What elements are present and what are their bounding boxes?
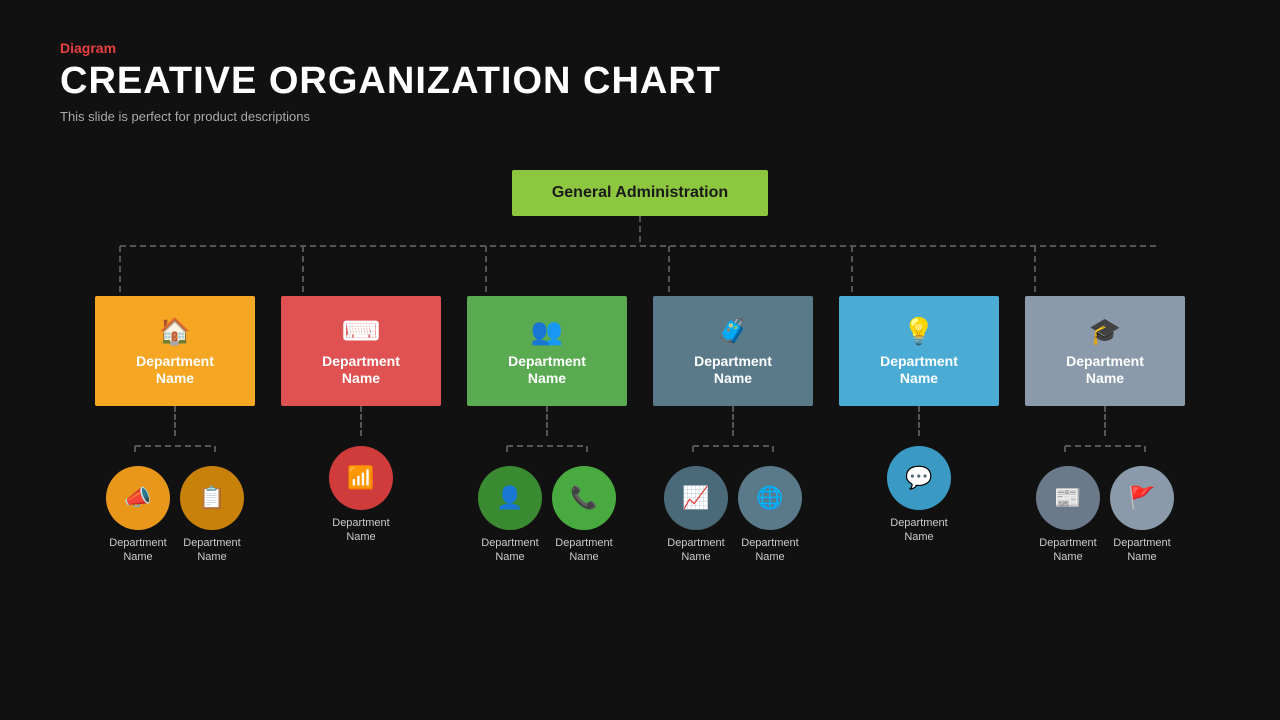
sub-items-row-6: 📰 Department Name 🚩 Department Name (1036, 466, 1174, 565)
sub-items-row-5: 💬 Department Name (887, 446, 951, 545)
h-connector-svg-6 (1030, 436, 1180, 456)
sub-item-1-1: 📣 Department Name (106, 466, 170, 565)
sub-item-2-1: 📶 Department Name (329, 446, 393, 545)
dept-column-2: ⌨ Department Name 📶 Department Name (276, 296, 446, 565)
sub-items-row-4: 📈 Department Name 🌐 Department Name (664, 466, 802, 565)
sub-label-2-1: Department Name (332, 516, 389, 545)
sub-item-3-1: 👤 Department Name (478, 466, 542, 565)
sub-label-5-1: Department Name (890, 516, 947, 545)
page-header: Diagram CREATIVE ORGANIZATION CHART This… (60, 40, 721, 124)
sub-item-1-2: 📋 Department Name (180, 466, 244, 565)
dept-label-4: Department Name (694, 353, 772, 387)
sub-items-row-3: 👤 Department Name 📞 Department Name (478, 466, 616, 565)
dept-column-1: 🏠 Department Name 📣 Department Name 📋 Departm… (90, 296, 260, 565)
dept-column-3: 👥 Department Name 👤 Department Name 📞 Departm… (462, 296, 632, 565)
v-connector-3 (546, 406, 548, 436)
dept-icon-6: 🎓 (1089, 316, 1121, 347)
dept-label-6: Department Name (1066, 353, 1144, 387)
top-node-wrapper: General Administration (0, 170, 1280, 216)
h-connector-svg-1 (100, 436, 250, 456)
dept-column-4: 🧳 Department Name 📈 Department Name 🌐 Departm… (648, 296, 818, 565)
v-connector-4 (732, 406, 734, 436)
sub-label-3-1: Department Name (481, 536, 538, 565)
v-connector-1 (174, 406, 176, 436)
sub-circle-3-1[interactable]: 👤 (478, 466, 542, 530)
dept-label-5: Department Name (880, 353, 958, 387)
dept-label-1: Department Name (136, 353, 214, 387)
top-node[interactable]: General Administration (512, 170, 768, 216)
sub-items-row-2: 📶 Department Name (329, 446, 393, 545)
sub-circle-4-1[interactable]: 📈 (664, 466, 728, 530)
dept-box-6[interactable]: 🎓 Department Name (1025, 296, 1185, 406)
sub-circle-4-2[interactable]: 🌐 (738, 466, 802, 530)
subtitle: This slide is perfect for product descri… (60, 109, 721, 124)
connectors-svg (0, 216, 1280, 296)
v-connector-5 (918, 406, 920, 436)
sub-label-4-2: Department Name (741, 536, 798, 565)
v-connector-2 (360, 406, 362, 436)
sub-item-5-1: 💬 Department Name (887, 446, 951, 545)
sub-label-6-1: Department Name (1039, 536, 1096, 565)
sub-circle-2-1[interactable]: 📶 (329, 446, 393, 510)
sub-label-4-1: Department Name (667, 536, 724, 565)
org-chart: General Administration 🏠Department Name📣… (0, 170, 1280, 565)
sub-item-6-1: 📰 Department Name (1036, 466, 1100, 565)
sub-circle-6-2[interactable]: 🚩 (1110, 466, 1174, 530)
dept-column-5: 💡 Department Name 💬 Department Name (834, 296, 1004, 565)
dept-box-3[interactable]: 👥 Department Name (467, 296, 627, 406)
sub-items-row-1: 📣 Department Name 📋 Department Name (106, 466, 244, 565)
dept-box-4[interactable]: 🧳 Department Name (653, 296, 813, 406)
sub-label-1-1: Department Name (109, 536, 166, 565)
sub-item-6-2: 🚩 Department Name (1110, 466, 1174, 565)
sub-circle-6-1[interactable]: 📰 (1036, 466, 1100, 530)
dept-box-5[interactable]: 💡 Department Name (839, 296, 999, 406)
sub-item-4-1: 📈 Department Name (664, 466, 728, 565)
sub-label-3-2: Department Name (555, 536, 612, 565)
dept-label-2: Department Name (322, 353, 400, 387)
h-connector-svg-4 (658, 436, 808, 456)
dept-box-1[interactable]: 🏠 Department Name (95, 296, 255, 406)
sub-label-1-2: Department Name (183, 536, 240, 565)
dept-column-6: 🎓 Department Name 📰 Department Name 🚩 Departm… (1020, 296, 1190, 565)
sub-circle-1-1[interactable]: 📣 (106, 466, 170, 530)
h-connector-svg-3 (472, 436, 622, 456)
dept-label-3: Department Name (508, 353, 586, 387)
sub-circle-3-2[interactable]: 📞 (552, 466, 616, 530)
dept-icon-1: 🏠 (159, 316, 191, 347)
sub-label-6-2: Department Name (1113, 536, 1170, 565)
sub-item-3-2: 📞 Department Name (552, 466, 616, 565)
dept-icon-5: 💡 (903, 316, 935, 347)
dept-icon-3: 👥 (531, 316, 563, 347)
dept-icon-2: ⌨ (342, 316, 380, 347)
dept-box-2[interactable]: ⌨ Department Name (281, 296, 441, 406)
departments-row: 🏠 Department Name 📣 Department Name 📋 Departm… (0, 296, 1280, 565)
sub-circle-5-1[interactable]: 💬 (887, 446, 951, 510)
dept-icon-4: 🧳 (717, 316, 749, 347)
sub-item-4-2: 🌐 Department Name (738, 466, 802, 565)
sub-circle-1-2[interactable]: 📋 (180, 466, 244, 530)
v-connector-6 (1104, 406, 1106, 436)
main-title: CREATIVE ORGANIZATION CHART (60, 60, 721, 103)
diagram-label: Diagram (60, 40, 721, 56)
